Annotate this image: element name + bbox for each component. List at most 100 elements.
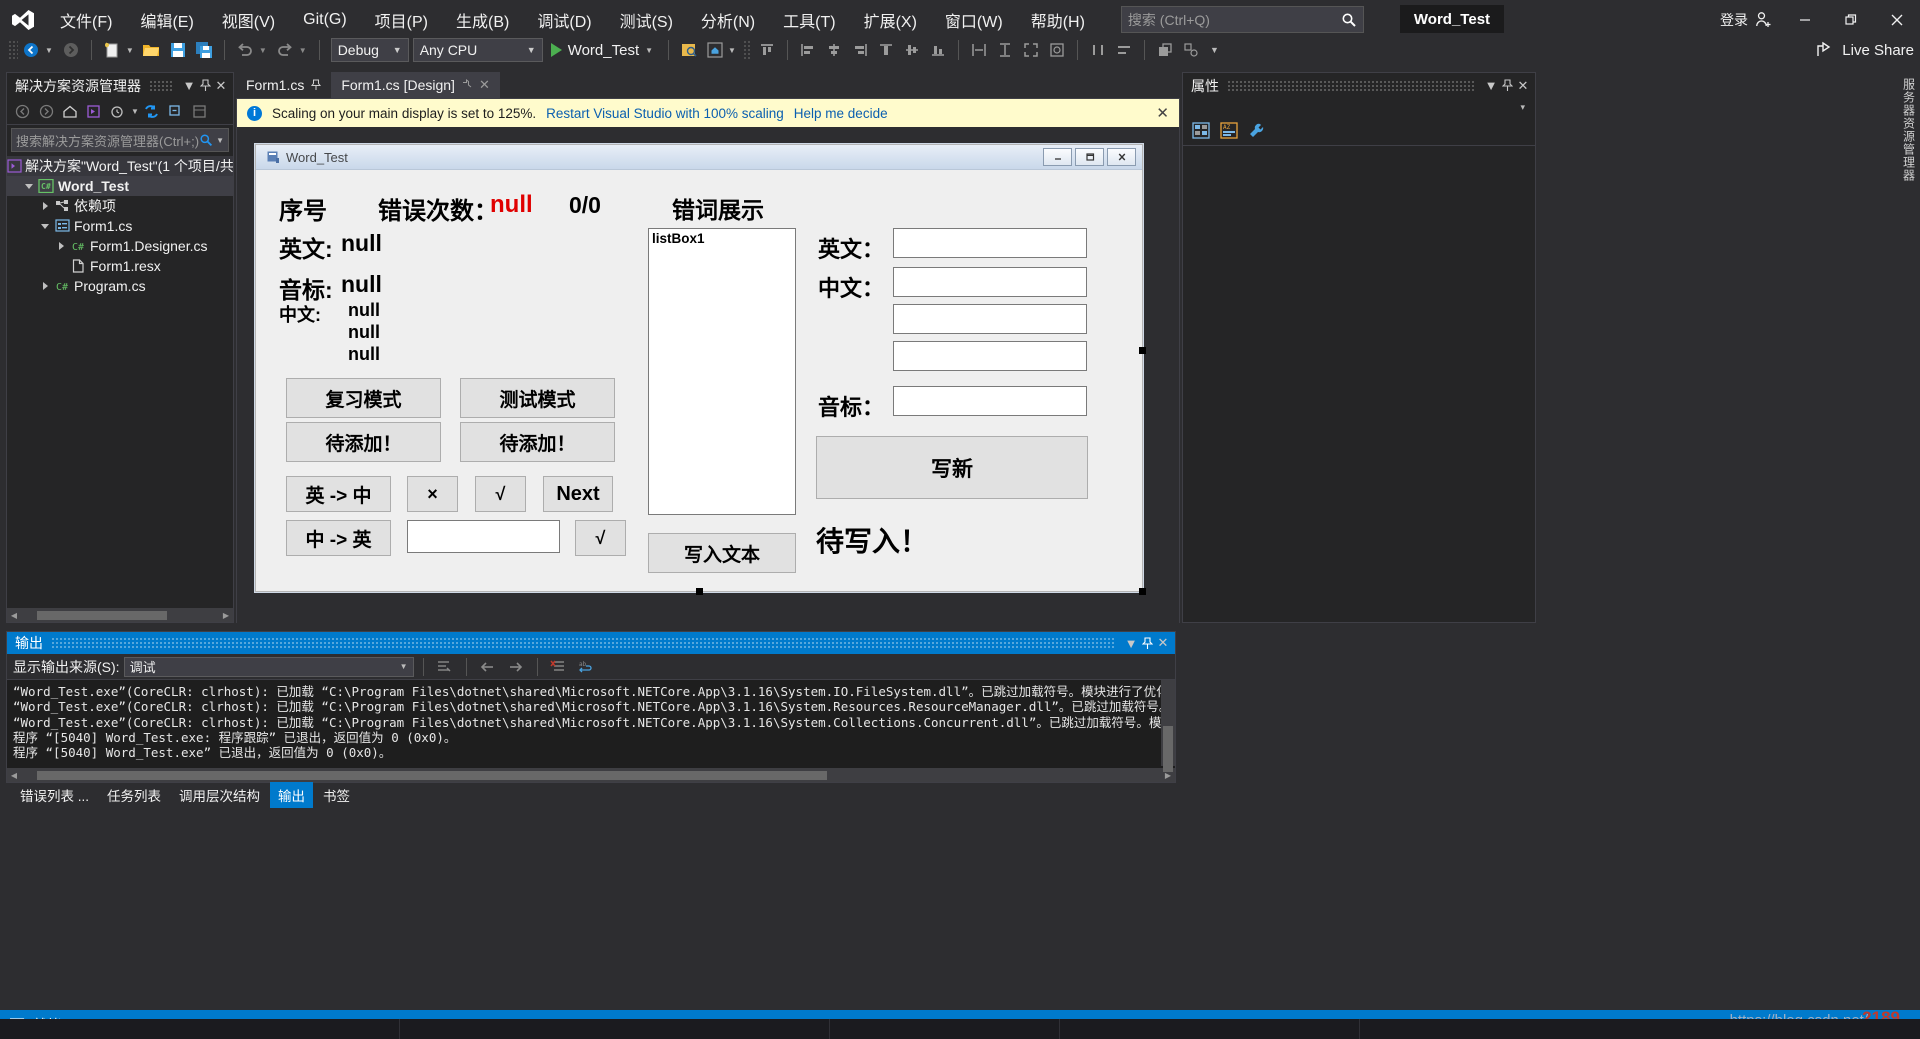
align-top-edges-icon[interactable] bbox=[873, 37, 899, 63]
home-icon[interactable] bbox=[59, 100, 81, 122]
resize-grip-corner[interactable] bbox=[1139, 588, 1146, 595]
bottom-tab-call-hierarchy[interactable]: 调用层次结构 bbox=[171, 782, 268, 808]
align-bottoms-icon[interactable] bbox=[925, 37, 951, 63]
output-source-combo[interactable]: 调试 ▼ bbox=[123, 656, 414, 677]
clear-all-icon[interactable] bbox=[433, 656, 457, 678]
bottom-tab-task-list[interactable]: 任务列表 bbox=[99, 782, 169, 808]
make-same-height-icon[interactable] bbox=[992, 37, 1018, 63]
button-next[interactable]: Next bbox=[543, 476, 613, 512]
pin-icon[interactable] bbox=[197, 77, 213, 95]
select-tool-icon[interactable] bbox=[676, 37, 702, 63]
find-next-message-icon[interactable] bbox=[504, 656, 528, 678]
make-same-width-icon[interactable] bbox=[966, 37, 992, 63]
new-item-icon[interactable] bbox=[99, 37, 125, 63]
forward-icon[interactable] bbox=[35, 100, 57, 122]
output-vscrollbar[interactable] bbox=[1161, 680, 1175, 772]
tree-item-dependencies[interactable]: 依赖项 bbox=[7, 196, 233, 216]
bottom-tab-error-list[interactable]: 错误列表 ... bbox=[12, 782, 97, 808]
pin-icon[interactable] bbox=[1139, 634, 1155, 652]
close-icon[interactable]: ✕ bbox=[213, 77, 229, 95]
input-new-english[interactable] bbox=[893, 228, 1087, 258]
align-rights-icon[interactable] bbox=[847, 37, 873, 63]
platform-combo[interactable]: Any CPU ▼ bbox=[412, 38, 543, 62]
taskbar-segment[interactable] bbox=[830, 1019, 1060, 1039]
tab-close-icon[interactable]: ✕ bbox=[479, 77, 490, 93]
search-input[interactable]: 搜索 (Ctrl+Q) bbox=[1120, 6, 1364, 33]
panel-drag-dots[interactable] bbox=[149, 79, 173, 92]
align-lefts-icon[interactable] bbox=[795, 37, 821, 63]
winform-close-button[interactable] bbox=[1107, 148, 1136, 166]
pin-icon[interactable] bbox=[311, 79, 322, 91]
redo-icon[interactable] bbox=[272, 37, 298, 63]
tree-twisty-collapsed[interactable] bbox=[37, 282, 53, 290]
bottom-tab-output[interactable]: 输出 bbox=[270, 782, 314, 808]
winform-minimize-button[interactable] bbox=[1043, 148, 1072, 166]
button-mark-right[interactable]: √ bbox=[475, 476, 526, 512]
horizontal-spacing-icon[interactable] bbox=[1085, 37, 1111, 63]
clear-output-icon[interactable] bbox=[547, 656, 571, 678]
button-test-mode[interactable]: 测试模式 bbox=[460, 378, 615, 418]
tab-form1-cs-design[interactable]: Form1.cs [Design] ✕ bbox=[331, 72, 500, 98]
designer-canvas[interactable]: Word_Test 序号 错误次数： null 0/0 错词展示 英文: nul… bbox=[237, 127, 1179, 624]
bottom-tab-bookmarks[interactable]: 书签 bbox=[315, 782, 358, 808]
scroll-thumb[interactable] bbox=[1163, 726, 1173, 772]
input-new-chinese-2[interactable] bbox=[893, 304, 1087, 334]
save-all-icon[interactable] bbox=[191, 37, 217, 63]
search-icon[interactable] bbox=[199, 133, 213, 147]
switch-views-icon[interactable] bbox=[83, 100, 105, 122]
solution-explorer-search-input[interactable]: 搜索解决方案资源管理器(Ctrl+;) ▼ bbox=[11, 128, 229, 152]
listbox-wrong-words[interactable]: listBox1 bbox=[648, 228, 796, 515]
chevron-down-icon[interactable]: ▼ bbox=[216, 136, 224, 145]
refresh-icon[interactable] bbox=[141, 100, 163, 122]
restart-scaling-link[interactable]: Restart Visual Studio with 100% scaling bbox=[546, 106, 784, 121]
size-to-grid-icon[interactable] bbox=[1044, 37, 1070, 63]
panel-drag-dots[interactable] bbox=[1227, 79, 1475, 92]
align-tops-icon[interactable] bbox=[754, 37, 780, 63]
align-middles-icon[interactable] bbox=[899, 37, 925, 63]
undo-icon[interactable] bbox=[232, 37, 258, 63]
winform-preview[interactable]: Word_Test 序号 错误次数： null 0/0 错词展示 英文: nul… bbox=[255, 144, 1146, 595]
tree-item-form1-designer-cs[interactable]: C# Form1.Designer.cs bbox=[7, 236, 233, 256]
input-answer[interactable] bbox=[407, 520, 560, 553]
close-icon[interactable]: ✕ bbox=[1515, 77, 1531, 95]
listbox-item[interactable]: listBox1 bbox=[652, 231, 705, 246]
tree-twisty-expanded[interactable] bbox=[21, 183, 37, 189]
help-me-decide-link[interactable]: Help me decide bbox=[794, 106, 888, 121]
chevron-down-icon[interactable]: ▼ bbox=[181, 77, 197, 95]
taskbar-segment[interactable] bbox=[0, 1019, 400, 1039]
resize-grip-right[interactable] bbox=[1139, 347, 1146, 354]
output-hscrollbar[interactable]: ◀ ▶ bbox=[7, 768, 1175, 782]
tree-item-word-test-project[interactable]: C# Word_Test bbox=[7, 176, 233, 196]
scroll-left-arrow[interactable]: ◀ bbox=[7, 771, 21, 780]
scroll-right-arrow[interactable]: ▶ bbox=[219, 611, 233, 620]
taskbar-segment[interactable] bbox=[1060, 1019, 1360, 1039]
bring-to-front-icon[interactable] bbox=[1152, 37, 1178, 63]
input-new-chinese-1[interactable] bbox=[893, 267, 1087, 297]
tab-form1-cs[interactable]: Form1.cs bbox=[236, 72, 332, 98]
properties-icon[interactable] bbox=[189, 100, 211, 122]
tree-item-solution[interactable]: 解决方案"Word_Test"(1 个项目/共 bbox=[7, 156, 233, 176]
scroll-left-arrow[interactable]: ◀ bbox=[7, 611, 21, 620]
button-cn-to-en[interactable]: 中 -> 英 bbox=[286, 520, 391, 556]
taskbar-segment[interactable] bbox=[400, 1019, 830, 1039]
tree-item-program-cs[interactable]: C# Program.cs bbox=[7, 276, 233, 296]
align-centers-icon[interactable] bbox=[821, 37, 847, 63]
find-previous-message-icon[interactable] bbox=[476, 656, 500, 678]
home-tool-icon[interactable] bbox=[702, 37, 728, 63]
properties-overflow-icon[interactable]: ▾ bbox=[1520, 102, 1525, 113]
collapse-all-icon[interactable] bbox=[165, 100, 187, 122]
navigate-back-icon[interactable] bbox=[18, 37, 44, 63]
button-todo-2[interactable]: 待添加！ bbox=[460, 422, 615, 462]
properties-grid[interactable] bbox=[1183, 146, 1535, 622]
live-share-button[interactable]: Live Share bbox=[1816, 41, 1920, 59]
button-review-mode[interactable]: 复习模式 bbox=[286, 378, 441, 418]
input-new-phonetic[interactable] bbox=[893, 386, 1087, 416]
pin-icon[interactable] bbox=[1499, 77, 1515, 95]
tab-order-icon[interactable] bbox=[1178, 37, 1204, 63]
tree-twisty-collapsed[interactable] bbox=[53, 242, 69, 250]
close-icon[interactable]: ✕ bbox=[1155, 634, 1171, 652]
input-new-chinese-3[interactable] bbox=[893, 341, 1087, 371]
solution-explorer-hscrollbar[interactable]: ◀ ▶ bbox=[7, 608, 233, 622]
chevron-down-icon[interactable]: ▼ bbox=[1123, 634, 1139, 652]
panel-drag-dots[interactable] bbox=[51, 637, 1115, 649]
